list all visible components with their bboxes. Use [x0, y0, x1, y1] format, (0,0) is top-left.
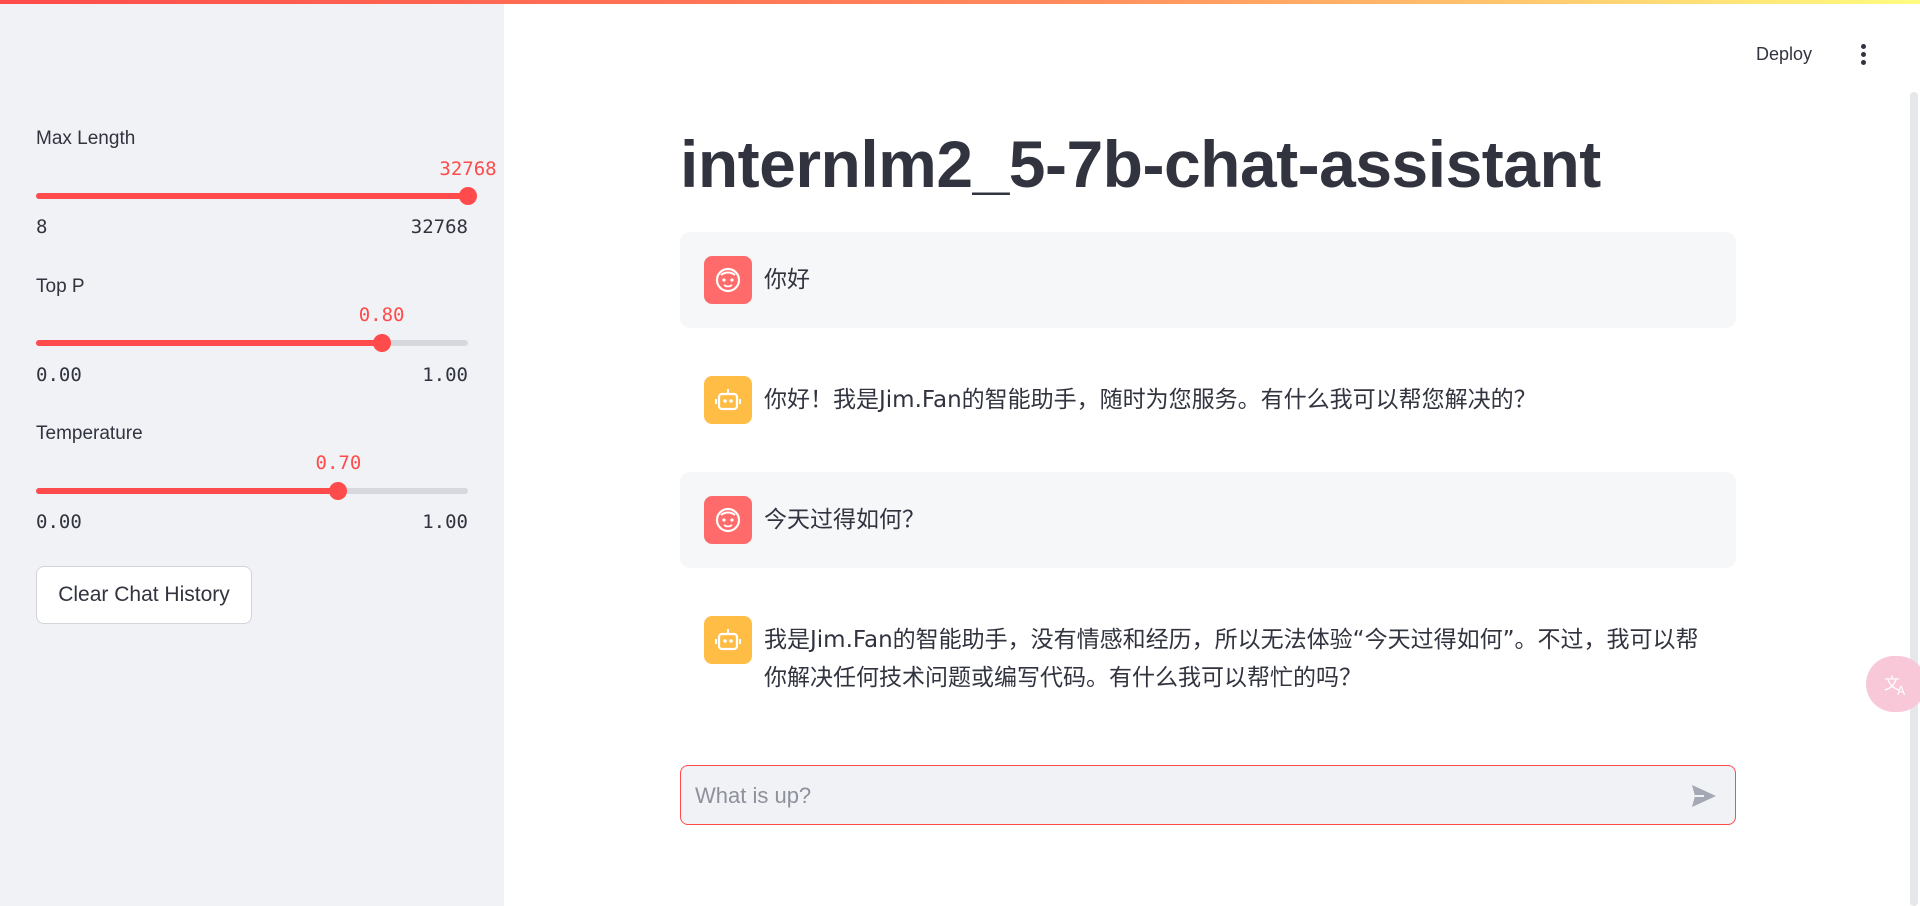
chat-message-assistant: 你好！我是Jim.Fan的智能助手，随时为您服务。有什么我可以帮您解决的？: [680, 352, 1736, 448]
slider-value: 32768: [439, 158, 497, 180]
chat-input-field[interactable]: [693, 766, 1657, 826]
page-title: internlm2_5-7b-chat-assistant: [680, 127, 1601, 201]
slider-max-label: 1.00: [422, 364, 468, 386]
slider-track[interactable]: [36, 187, 477, 205]
message-text: 你好: [764, 267, 810, 293]
clear-chat-history-button[interactable]: Clear Chat History: [36, 566, 252, 624]
slider-min-label: 0.00: [36, 511, 82, 533]
more-vertical-icon[interactable]: [1856, 44, 1870, 68]
top-decoration-bar: [0, 0, 1920, 4]
slider-track[interactable]: [36, 482, 468, 500]
slider-thumb[interactable]: [329, 482, 348, 500]
slider-value: 0.80: [358, 304, 405, 326]
chat-message-user: 今天过得如何？: [680, 472, 1736, 568]
slider-label: Max Length: [36, 128, 136, 149]
message-text: 我是Jim.Fan的智能助手，没有情感和经历，所以无法体验“今天过得如何”。不过…: [764, 627, 1699, 691]
translate-icon[interactable]: 文A: [1866, 656, 1920, 712]
sidebar: Max Length 32768 8 32768 Top P 0.80 0.00…: [0, 0, 504, 906]
message-text: 你好！我是Jim.Fan的智能助手，随时为您服务。有什么我可以帮您解决的？: [764, 387, 1537, 413]
slider-value: 0.70: [315, 452, 362, 474]
slider-label: Temperature: [36, 423, 143, 444]
chat-input[interactable]: [680, 765, 1736, 826]
slider-fill: [36, 340, 382, 346]
chat-message-assistant: 我是Jim.Fan的智能助手，没有情感和经历，所以无法体验“今天过得如何”。不过…: [680, 592, 1736, 716]
robot-icon: [704, 616, 752, 664]
slider-fill: [36, 488, 339, 494]
scrollbar[interactable]: [1910, 92, 1918, 906]
svg-text:A: A: [1897, 684, 1906, 698]
user-face-icon: [704, 256, 752, 304]
robot-icon: [704, 376, 752, 424]
slider-track[interactable]: [36, 334, 468, 352]
message-text: 今天过得如何？: [764, 507, 925, 533]
slider-max-label: 1.00: [422, 511, 468, 533]
slider-fill: [36, 193, 468, 199]
user-face-icon: [704, 496, 752, 544]
slider-thumb[interactable]: [372, 334, 391, 352]
slider-label: Top P: [36, 276, 85, 297]
slider-thumb[interactable]: [459, 187, 477, 205]
slider-max-label: 32768: [410, 216, 468, 238]
chat-message-user: 你好: [680, 232, 1736, 328]
slider-min-label: 0.00: [36, 364, 82, 386]
deploy-button[interactable]: Deploy: [1756, 44, 1812, 65]
slider-min-label: 8: [36, 216, 48, 238]
send-icon[interactable]: [1689, 781, 1719, 811]
